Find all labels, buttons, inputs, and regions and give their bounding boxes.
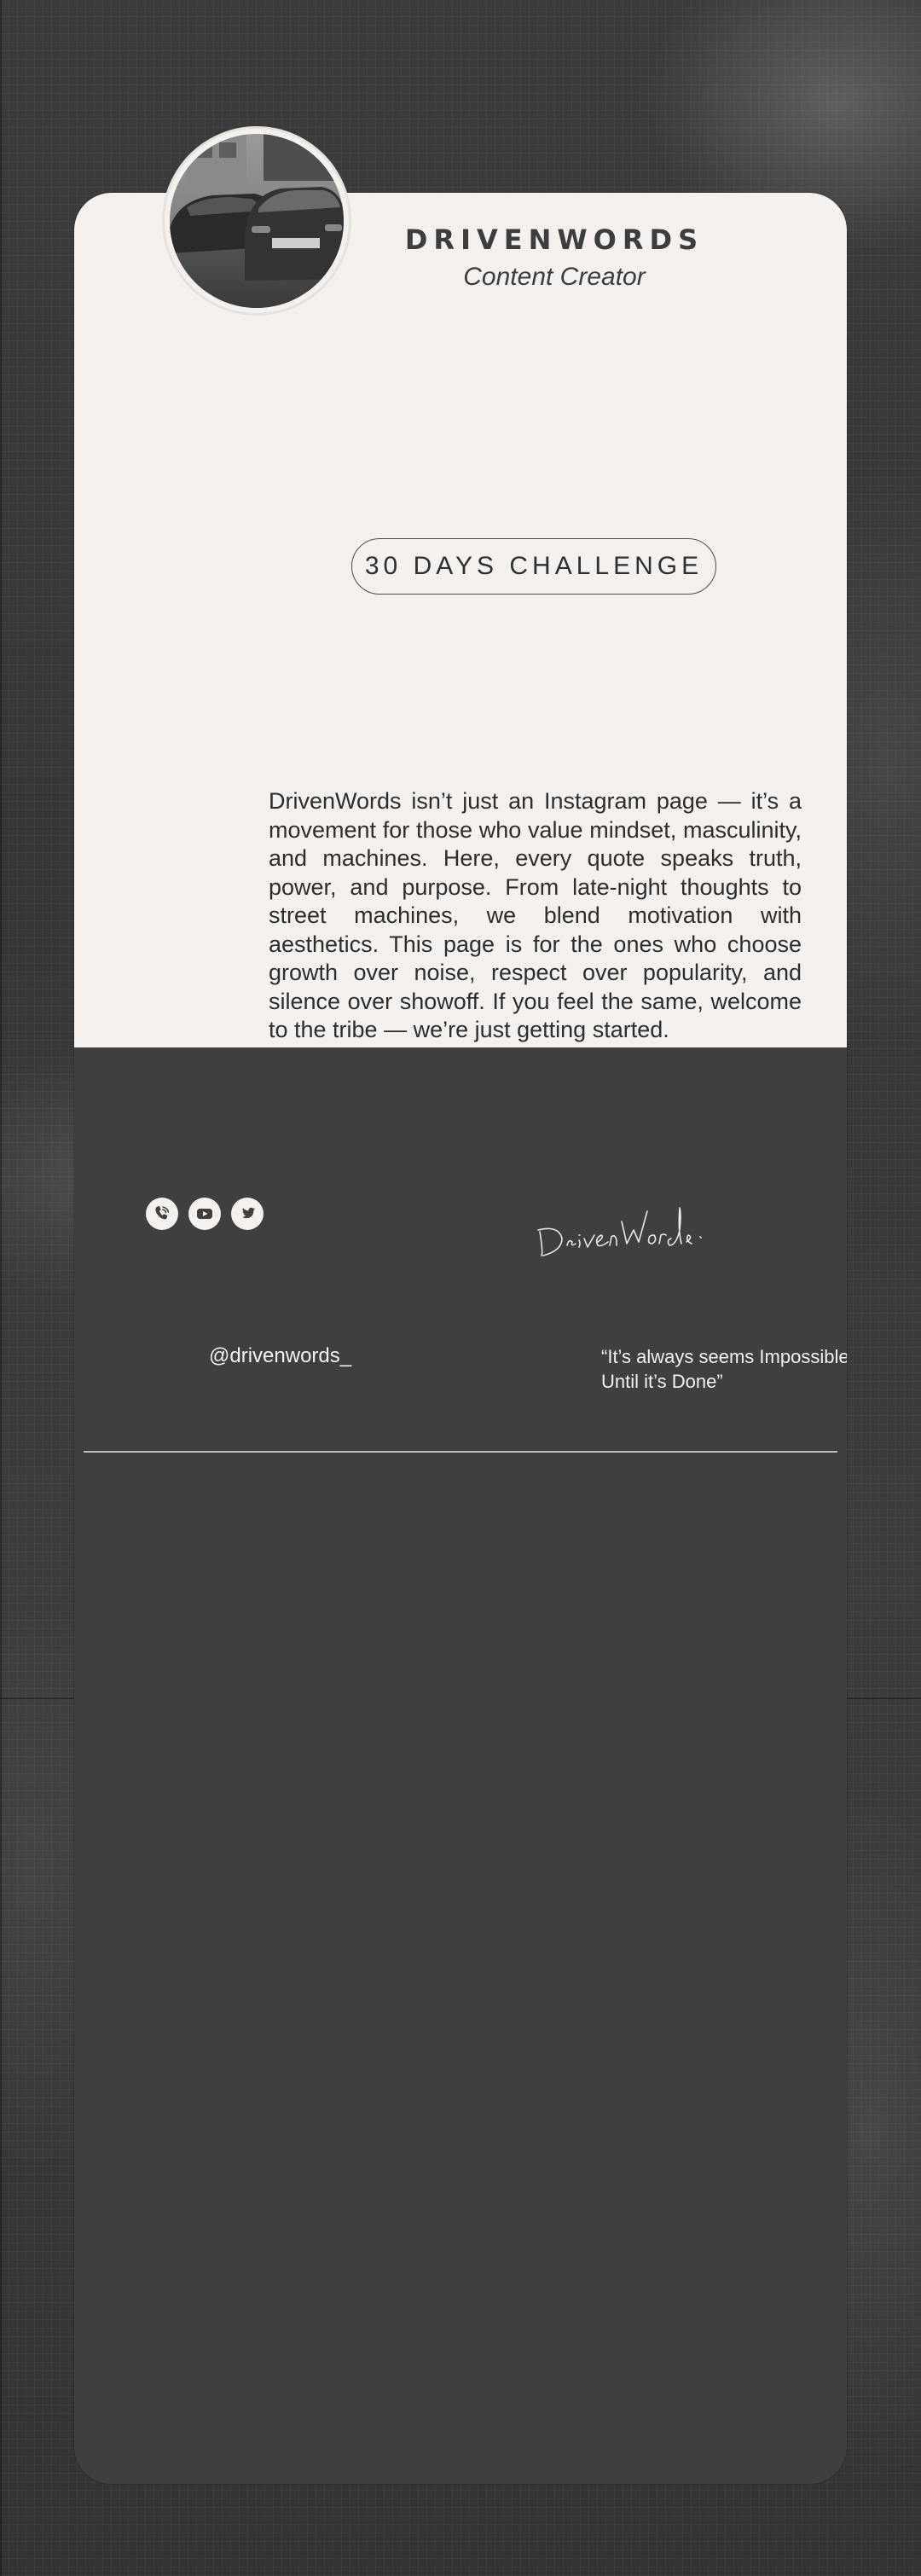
avatar-car-photo	[170, 134, 344, 308]
twitter-icon	[241, 1207, 255, 1219]
signature	[537, 1207, 702, 1256]
phone-button[interactable]	[146, 1198, 178, 1230]
profile-card: 30 DAYS CHALLENGE DrivenWords isn’t just…	[74, 193, 847, 2484]
footer-quote: “It’s always seems Impossible Until it’s…	[601, 1344, 847, 1394]
challenge-label: 30 DAYS CHALLENGE	[364, 552, 704, 580]
challenge-button[interactable]: 30 DAYS CHALLENGE	[351, 538, 716, 595]
youtube-icon	[197, 1209, 212, 1219]
instagram-handle[interactable]: @drivenwords_	[209, 1344, 351, 1368]
youtube-button[interactable]	[188, 1198, 221, 1230]
quote-line-2: Until it’s Done”	[601, 1371, 723, 1392]
brand-role: Content Creator	[463, 263, 646, 291]
brand-name: DRIVENWORDS	[404, 223, 704, 256]
background-edge	[0, 0, 2, 2576]
footer-divider	[84, 1451, 837, 1453]
social-links	[146, 1198, 264, 1230]
phone-icon	[155, 1206, 170, 1220]
description-text: DrivenWords isn’t just an Instagram page…	[269, 788, 802, 1042]
twitter-button[interactable]	[231, 1198, 264, 1230]
quote-line-1: “It’s always seems Impossible	[601, 1346, 847, 1367]
avatar	[165, 129, 349, 313]
